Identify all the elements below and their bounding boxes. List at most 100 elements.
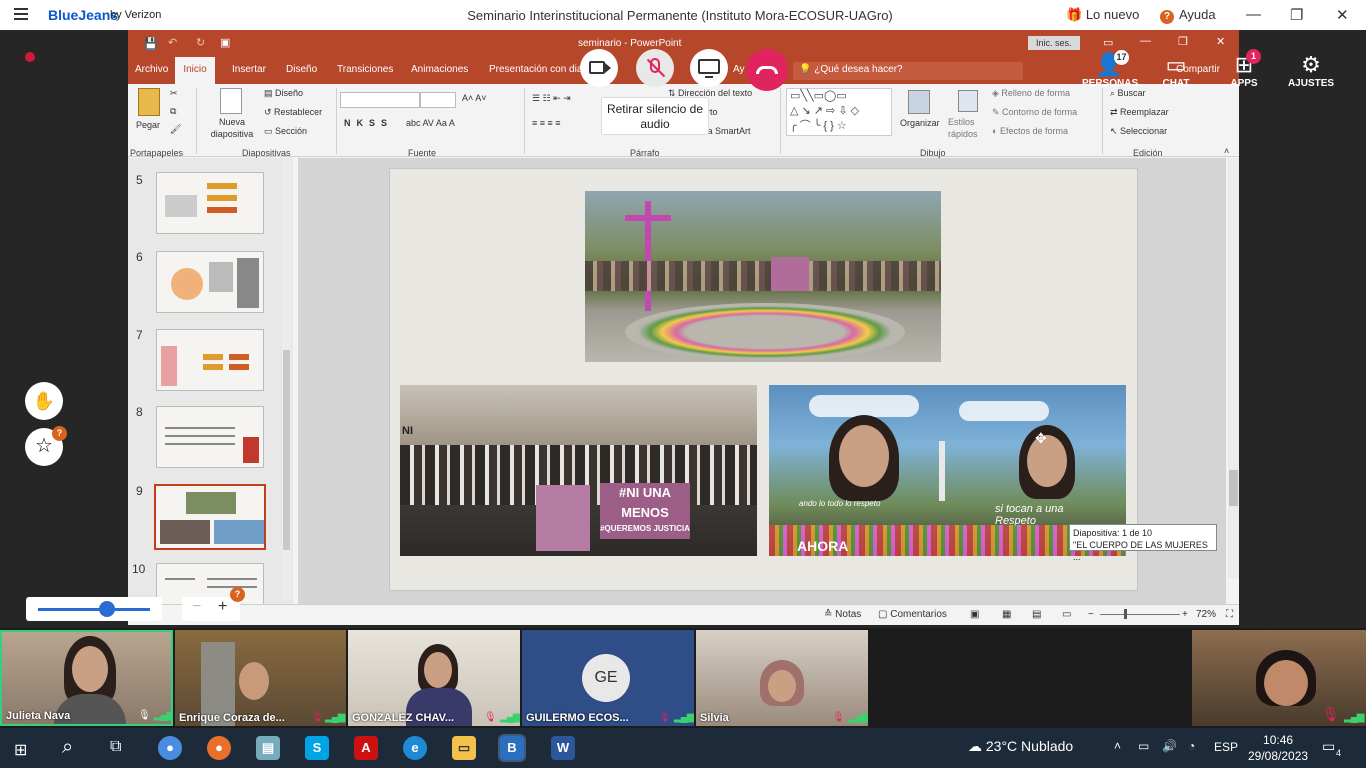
search-icon[interactable]: ⌕ bbox=[62, 736, 73, 759]
close-icon[interactable]: ✕ bbox=[1336, 6, 1349, 24]
layout-button[interactable]: ▤ Diseño bbox=[264, 88, 303, 99]
ppt-minimize-icon[interactable]: — bbox=[1140, 35, 1151, 47]
slide-photo-march[interactable]: #NI UNA MENOS #QUEREMOS JUSTICIA NI bbox=[400, 385, 757, 556]
volume-slider-thumb[interactable] bbox=[99, 601, 116, 617]
tab-ayuda-partial[interactable]: Ay bbox=[733, 64, 745, 75]
undo-icon[interactable]: ↶ bbox=[168, 36, 177, 49]
comments-button[interactable]: ▢ Comentarios bbox=[878, 609, 947, 620]
tab-inicio[interactable]: Inicio bbox=[175, 57, 215, 84]
zoom-out-icon[interactable]: − bbox=[1088, 609, 1094, 620]
notepad-icon[interactable]: ▤ bbox=[256, 736, 280, 760]
select-button[interactable]: ↖ Seleccionar bbox=[1110, 126, 1167, 137]
save-icon[interactable]: 💾 bbox=[144, 37, 158, 50]
smartart-button[interactable]: r a SmartArt bbox=[702, 126, 751, 136]
language-indicator[interactable]: ESP bbox=[1214, 740, 1238, 754]
zoom-in-button[interactable]: + bbox=[218, 598, 227, 616]
clock[interactable]: 10:46 29/08/2023 bbox=[1248, 732, 1308, 764]
people-button[interactable]: 👤 PERSONAS 17 bbox=[1082, 50, 1138, 89]
normal-view-icon[interactable]: ▣ bbox=[970, 609, 979, 620]
screen-share-button[interactable] bbox=[690, 49, 728, 87]
slide-thumbnail-6[interactable] bbox=[156, 251, 264, 313]
quick-styles-button[interactable]: Estilos rápidos bbox=[948, 116, 984, 140]
weather-widget[interactable]: ☁ 23°C Nublado bbox=[968, 738, 1073, 755]
find-button[interactable]: ⌕ Buscar bbox=[1110, 88, 1146, 99]
participant-tile[interactable]: GE GUILERMO ECOS... 🎙 ▂▄▆ bbox=[522, 630, 694, 726]
tray-chevron-icon[interactable]: ˄ bbox=[1114, 739, 1121, 753]
self-view-tile[interactable]: 🎙 ▂▄▆ bbox=[1192, 630, 1366, 726]
ppt-search-input[interactable]: 💡 ¿Qué desea hacer? bbox=[793, 62, 1023, 80]
acrobat-icon[interactable]: A bbox=[354, 736, 378, 760]
ppt-zoom-slider[interactable] bbox=[1100, 614, 1180, 615]
whats-new-button[interactable]: 🎁 Lo nuevo bbox=[1066, 7, 1139, 23]
firefox-icon[interactable]: ● bbox=[207, 736, 231, 760]
shape-outline-button[interactable]: ✎ Contorno de forma bbox=[992, 107, 1077, 118]
task-view-icon[interactable]: ⧉ bbox=[110, 738, 121, 756]
tab-transiciones[interactable]: Transiciones bbox=[337, 64, 393, 75]
rate-meeting-button[interactable]: ☆ ? bbox=[25, 426, 67, 466]
slide-scrollbar[interactable] bbox=[1228, 158, 1239, 578]
settings-button[interactable]: ⚙ AJUSTES bbox=[1286, 52, 1336, 89]
reading-view-icon[interactable]: ▤ bbox=[1032, 609, 1041, 620]
notifications-icon[interactable]: ▭ bbox=[1322, 738, 1335, 755]
format-painter-icon[interactable]: 🖌 bbox=[170, 124, 181, 135]
slideshow-view-icon[interactable]: ▭ bbox=[1062, 609, 1071, 620]
tab-animaciones[interactable]: Animaciones bbox=[411, 64, 468, 75]
reset-button[interactable]: ↺ Restablecer bbox=[264, 107, 322, 118]
word-icon[interactable]: W bbox=[551, 736, 575, 760]
redo-icon[interactable]: ↻ bbox=[196, 36, 205, 49]
replace-button[interactable]: ⇄ Reemplazar bbox=[1110, 107, 1169, 118]
signin-button[interactable]: Inic. ses. bbox=[1028, 36, 1080, 50]
help-button[interactable]: ? Ayuda bbox=[1160, 7, 1216, 24]
zoom-out-button[interactable]: − bbox=[192, 598, 201, 616]
copy-icon[interactable]: ⧉ bbox=[170, 106, 176, 117]
hamburger-menu-icon[interactable] bbox=[14, 8, 28, 20]
windows-start-icon[interactable]: ⊞ bbox=[14, 740, 27, 760]
mute-toggle-button[interactable] bbox=[636, 49, 674, 87]
align-icons[interactable]: ≡ ≡ ≡ ≡ bbox=[532, 118, 561, 128]
section-button[interactable]: ▭ Sección bbox=[264, 126, 307, 137]
quick-styles-icon[interactable] bbox=[958, 90, 978, 112]
shape-fill-button[interactable]: ◈ Relleno de forma bbox=[992, 88, 1070, 99]
thumbnails-scroll-knob[interactable] bbox=[283, 350, 290, 550]
font-size-select[interactable] bbox=[420, 92, 456, 108]
ppt-close-icon[interactable]: ✕ bbox=[1216, 35, 1225, 48]
skype-icon[interactable]: S bbox=[305, 736, 329, 760]
collapse-ribbon-icon[interactable]: ˄ bbox=[1224, 146, 1229, 156]
participant-tile[interactable]: GONZALEZ CHAV... 🎙 ▂▄▆ bbox=[348, 630, 520, 726]
paste-icon[interactable] bbox=[138, 88, 160, 116]
restore-icon[interactable]: ❐ bbox=[1290, 6, 1303, 24]
paste-button[interactable]: Pegar bbox=[136, 120, 160, 130]
fit-slide-icon[interactable]: ⛶ bbox=[1226, 609, 1233, 620]
new-slide-icon[interactable] bbox=[220, 88, 242, 114]
slide-photo-plaza[interactable] bbox=[585, 191, 941, 362]
tab-insertar[interactable]: Insertar bbox=[232, 64, 266, 75]
shape-effects-button[interactable]: ◐ Efectos de forma bbox=[992, 126, 1068, 136]
file-explorer-icon[interactable]: ▭ bbox=[452, 736, 476, 760]
new-slide-button[interactable]: Nueva diapositiva bbox=[204, 116, 260, 140]
cut-icon[interactable]: ✂ bbox=[170, 88, 178, 99]
thumbnails-scrollbar[interactable] bbox=[282, 160, 291, 600]
zoom-percent[interactable]: 72% bbox=[1196, 609, 1216, 620]
arrange-icon[interactable] bbox=[908, 90, 930, 114]
arrange-button[interactable]: Organizar bbox=[900, 118, 940, 128]
slide-thumbnail-9[interactable] bbox=[154, 484, 266, 550]
shapes-gallery[interactable]: ▭╲╲▭◯▭ △ ↘ ↗ ⇨ ⇩ ◇ ╭ ⌒ ╰ { } ☆ bbox=[786, 88, 892, 136]
apps-button[interactable]: ⊞ APPS 1 bbox=[1220, 49, 1268, 89]
slide-thumbnail-5[interactable] bbox=[156, 172, 264, 234]
tab-diseno[interactable]: Diseño bbox=[286, 64, 317, 75]
list-icons[interactable]: ☰ ☷ ⇤ ⇥ bbox=[532, 93, 571, 104]
hangup-button[interactable] bbox=[746, 49, 788, 91]
ppt-restore-icon[interactable]: ❐ bbox=[1178, 35, 1188, 48]
tab-presentacion[interactable]: Presentación con dia bbox=[489, 64, 582, 75]
sorter-view-icon[interactable]: ▦ bbox=[1002, 609, 1011, 620]
ppt-zoom-thumb[interactable] bbox=[1124, 609, 1127, 619]
volume-icon[interactable]: 🔊 bbox=[1162, 739, 1177, 753]
volume-slider[interactable] bbox=[26, 597, 162, 621]
video-toggle-button[interactable] bbox=[580, 49, 618, 87]
slide-thumbnail-7[interactable] bbox=[156, 329, 264, 391]
participant-tile[interactable]: Julieta Nava 🎙 ▂▄▆ bbox=[0, 630, 173, 726]
start-slideshow-icon[interactable]: ▣ bbox=[220, 36, 230, 49]
raise-hand-button[interactable]: ✋ bbox=[25, 382, 63, 420]
font-format-icons[interactable]: NKSS bbox=[344, 118, 393, 128]
slide-scroll-knob[interactable] bbox=[1229, 470, 1238, 506]
